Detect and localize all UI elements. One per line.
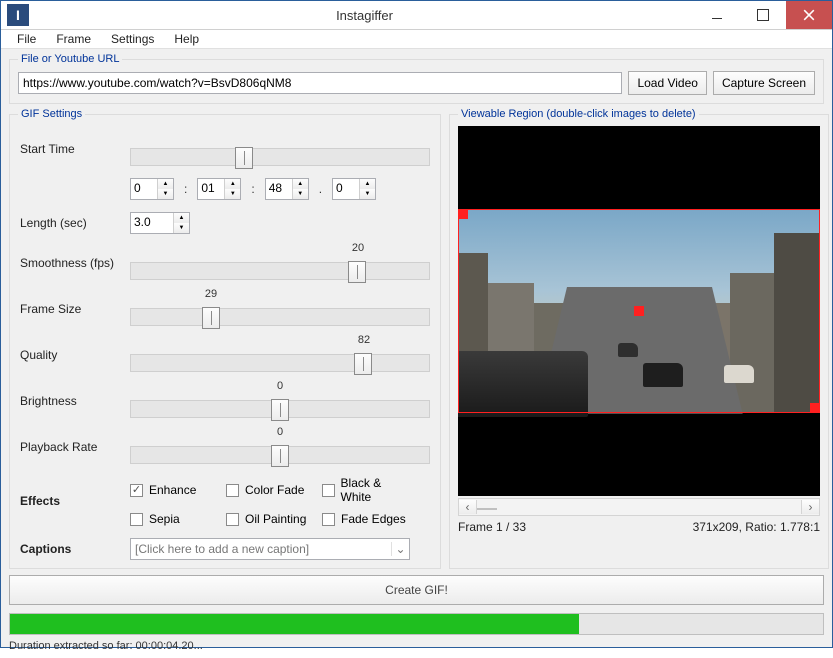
body: File or Youtube URL Load Video Capture S… <box>1 49 832 658</box>
gif-settings-legend: GIF Settings <box>18 108 85 120</box>
effect-fadeedges[interactable]: Fade Edges <box>322 512 412 526</box>
chevron-down-icon: ⌄ <box>391 542 409 556</box>
menu-settings[interactable]: Settings <box>101 30 164 48</box>
close-button[interactable] <box>786 1 832 29</box>
quality-slider[interactable]: 82 <box>130 338 430 372</box>
up-arrow-icon[interactable]: ▲ <box>360 179 375 189</box>
brightness-label: Brightness <box>20 394 130 408</box>
centiseconds-spinner[interactable]: 0▲▼ <box>332 178 376 200</box>
frame-counter: Frame 1 / 33 <box>458 520 526 534</box>
create-gif-button[interactable]: Create GIF! <box>9 575 824 605</box>
selection-box[interactable] <box>458 209 820 413</box>
effects-grid: Enhance Color Fade Black & White Sepia O… <box>130 476 430 526</box>
preview-scrollbar[interactable]: ‹ › <box>458 498 820 516</box>
scroll-left-icon[interactable]: ‹ <box>459 500 477 514</box>
down-arrow-icon[interactable]: ▼ <box>293 189 308 199</box>
seconds-spinner[interactable]: 48▲▼ <box>265 178 309 200</box>
menubar: File Frame Settings Help <box>1 30 832 49</box>
window-title: Instagiffer <box>35 8 694 23</box>
status-text: Duration extracted so far: 00:00:04.20..… <box>9 639 824 652</box>
length-spinner[interactable]: 3.0▲▼ <box>130 212 190 234</box>
scroll-thumb[interactable] <box>477 508 497 510</box>
quality-label: Quality <box>20 348 130 362</box>
up-arrow-icon[interactable]: ▲ <box>293 179 308 189</box>
menu-help[interactable]: Help <box>164 30 209 48</box>
load-video-button[interactable]: Load Video <box>628 71 707 95</box>
gif-settings-group: GIF Settings Start Time 0▲▼ : 01▲▼ : 48▲… <box>9 108 441 569</box>
preview-canvas[interactable] <box>458 126 820 496</box>
down-arrow-icon[interactable]: ▼ <box>360 189 375 199</box>
start-time-spinners: 0▲▼ : 01▲▼ : 48▲▼ . 0▲▼ <box>130 178 430 200</box>
down-arrow-icon[interactable]: ▼ <box>158 189 173 199</box>
app-window: I Instagiffer File Frame Settings Help F… <box>0 0 833 648</box>
url-input[interactable] <box>18 72 622 94</box>
playback-slider[interactable]: 0 <box>130 430 430 464</box>
viewable-legend: Viewable Region (double-click images to … <box>458 108 699 120</box>
preview-frame[interactable] <box>458 209 820 413</box>
captions-label: Captions <box>20 542 130 556</box>
up-arrow-icon[interactable]: ▲ <box>174 213 189 223</box>
framesize-label: Frame Size <box>20 302 130 316</box>
handle-bottom-right[interactable] <box>810 403 820 413</box>
captions-dropdown[interactable]: [Click here to add a new caption] ⌄ <box>130 538 410 560</box>
capture-screen-button[interactable]: Capture Screen <box>713 71 815 95</box>
viewable-region-group: Viewable Region (double-click images to … <box>449 108 829 569</box>
playback-label: Playback Rate <box>20 440 130 454</box>
menu-file[interactable]: File <box>7 30 46 48</box>
dimensions-info: 371x209, Ratio: 1.778:1 <box>693 520 820 534</box>
start-time-slider[interactable] <box>130 132 430 166</box>
effect-sepia[interactable]: Sepia <box>130 512 220 526</box>
maximize-button[interactable] <box>740 1 786 29</box>
preview-info: Frame 1 / 33 371x209, Ratio: 1.778:1 <box>458 520 820 534</box>
url-legend: File or Youtube URL <box>18 53 122 65</box>
hours-spinner[interactable]: 0▲▼ <box>130 178 174 200</box>
smoothness-slider[interactable]: 20 <box>130 246 430 280</box>
start-time-label: Start Time <box>20 142 130 156</box>
minutes-spinner[interactable]: 01▲▼ <box>197 178 241 200</box>
effects-label: Effects <box>20 494 130 508</box>
handle-top-left[interactable] <box>458 209 468 219</box>
effect-oil[interactable]: Oil Painting <box>226 512 316 526</box>
framesize-slider[interactable]: 29 <box>130 292 430 326</box>
down-arrow-icon[interactable]: ▼ <box>225 189 240 199</box>
effect-enhance[interactable]: Enhance <box>130 476 220 504</box>
up-arrow-icon[interactable]: ▲ <box>158 179 173 189</box>
brightness-slider[interactable]: 0 <box>130 384 430 418</box>
length-label: Length (sec) <box>20 216 130 230</box>
effect-colorfade[interactable]: Color Fade <box>226 476 316 504</box>
scroll-right-icon[interactable]: › <box>801 500 819 514</box>
up-arrow-icon[interactable]: ▲ <box>225 179 240 189</box>
effect-bw[interactable]: Black & White <box>322 476 412 504</box>
minimize-button[interactable] <box>694 1 740 29</box>
titlebar: I Instagiffer <box>1 1 832 30</box>
url-group: File or Youtube URL Load Video Capture S… <box>9 53 824 104</box>
handle-center[interactable] <box>634 306 644 316</box>
app-icon: I <box>7 4 29 26</box>
progress-fill <box>10 614 579 634</box>
smoothness-label: Smoothness (fps) <box>20 256 130 270</box>
window-controls <box>694 1 832 29</box>
menu-frame[interactable]: Frame <box>46 30 101 48</box>
down-arrow-icon[interactable]: ▼ <box>174 223 189 233</box>
progress-bar <box>9 613 824 635</box>
